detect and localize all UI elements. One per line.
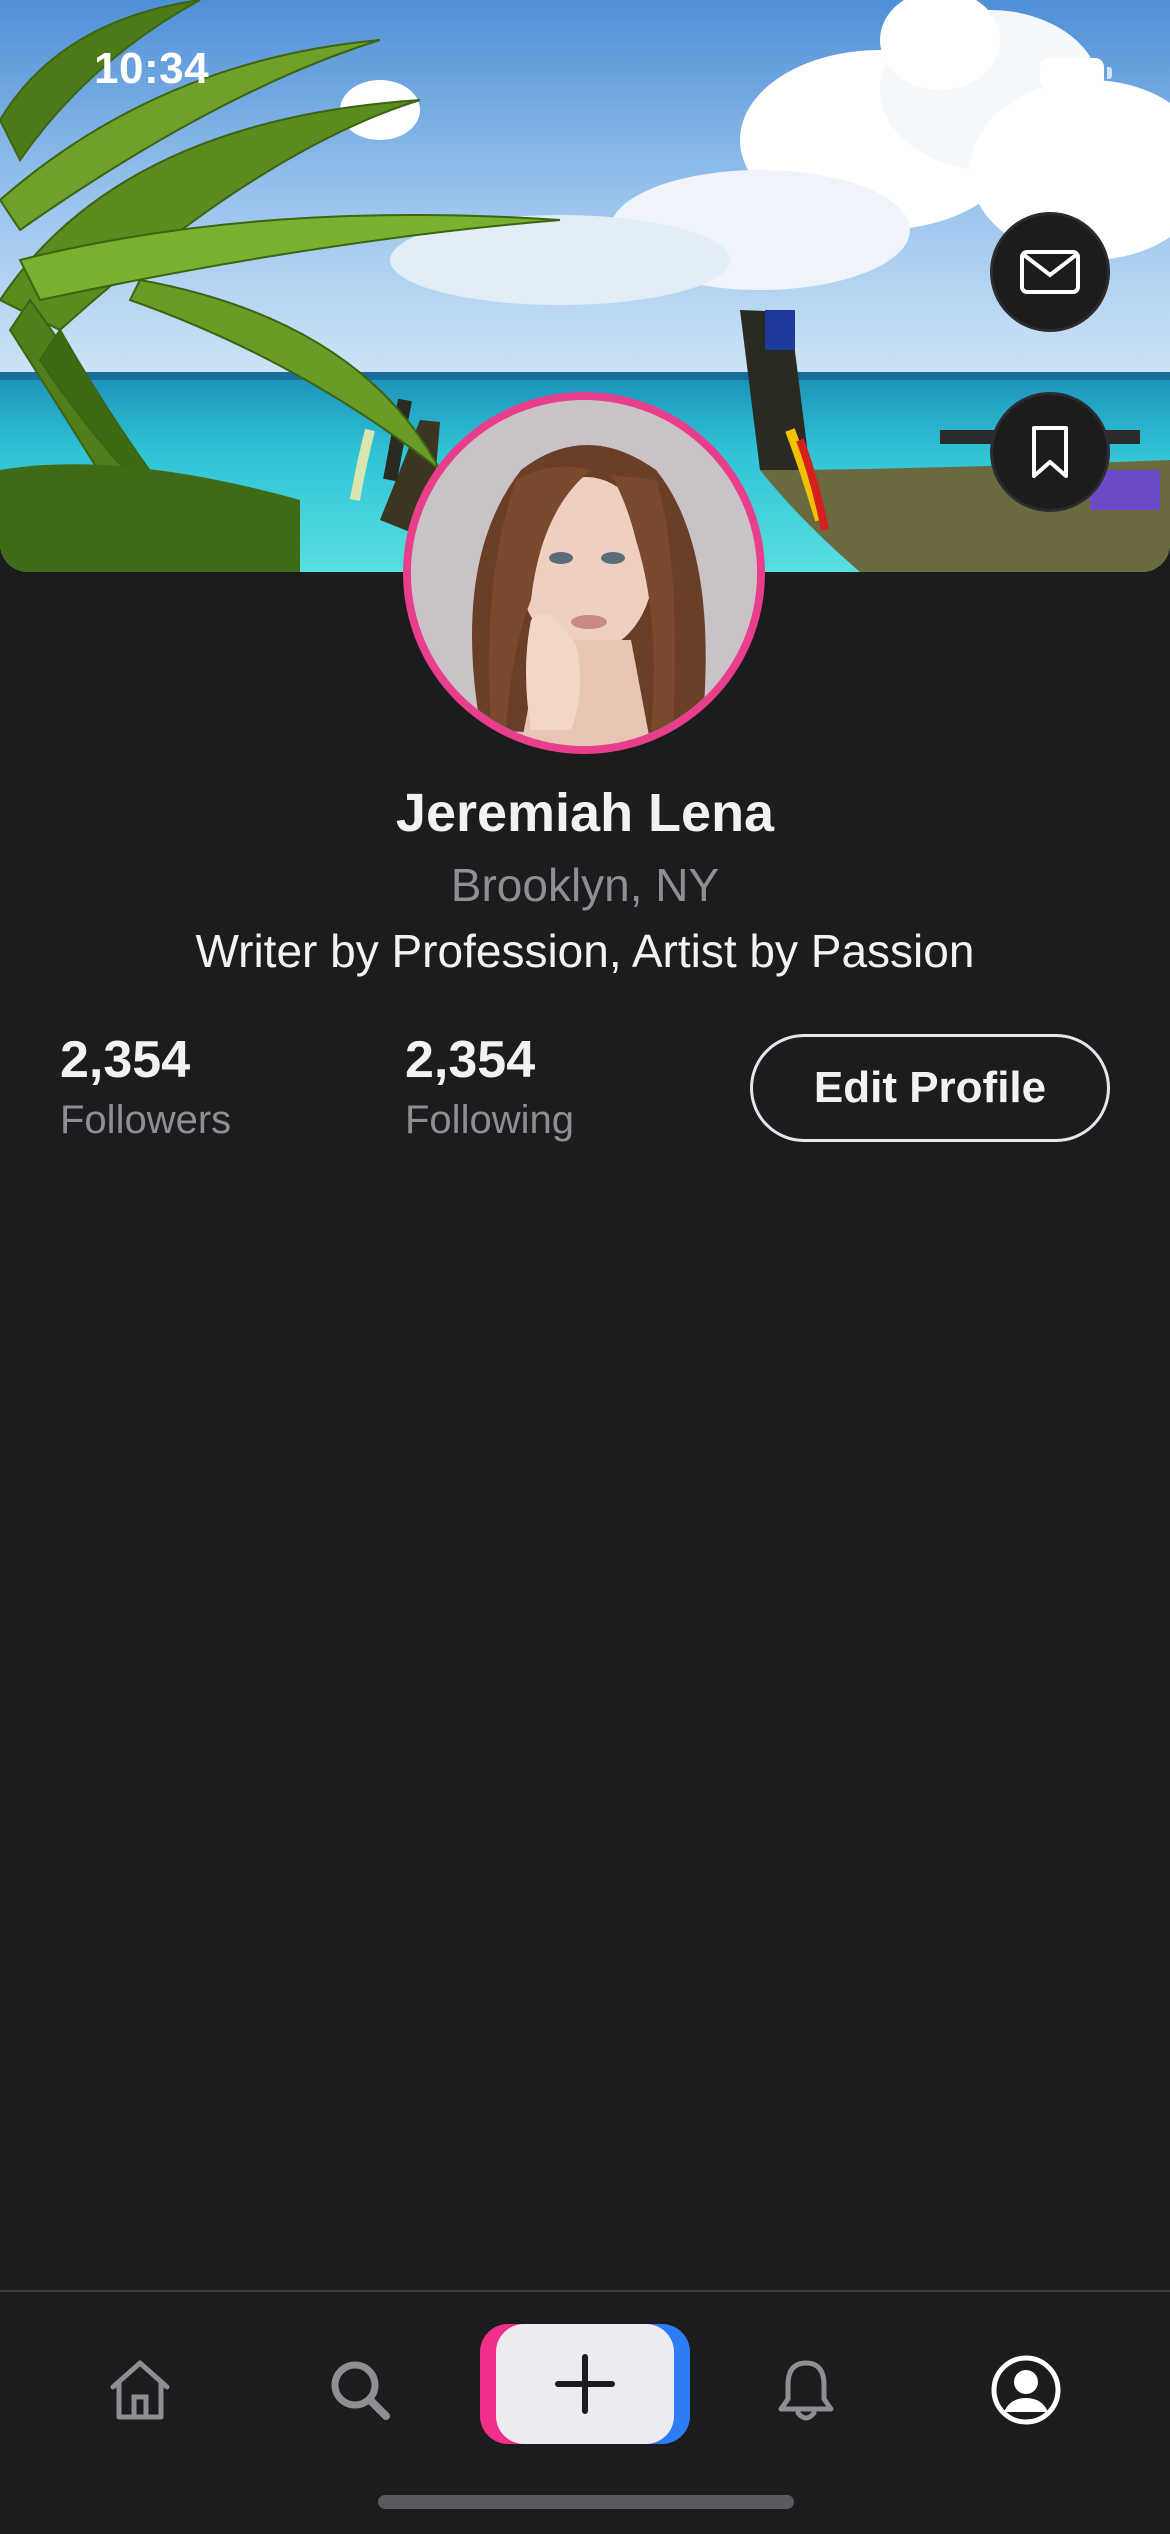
add-post-button[interactable] — [480, 2324, 690, 2444]
tab-home[interactable] — [100, 2350, 180, 2430]
avatar-photo — [411, 400, 757, 746]
tab-bar — [0, 2290, 1170, 2534]
bookmark-button[interactable] — [990, 392, 1110, 512]
followers-stat[interactable]: 2,354 Followers — [60, 1030, 231, 1143]
bell-icon — [778, 2360, 834, 2421]
avatar[interactable] — [403, 392, 765, 754]
tab-search[interactable] — [320, 2350, 400, 2430]
battery-icon — [1040, 58, 1112, 88]
search-icon — [331, 2361, 390, 2420]
followers-count: 2,354 — [60, 1031, 191, 1089]
followers-label: Followers — [60, 1098, 232, 1142]
bookmark-icon — [1032, 426, 1068, 478]
message-button[interactable] — [990, 212, 1110, 332]
mail-icon — [1020, 250, 1080, 294]
following-label: Following — [405, 1098, 574, 1142]
following-count: 2,354 — [405, 1031, 536, 1089]
edit-profile-button[interactable]: Edit Profile — [750, 1034, 1110, 1142]
following-stat[interactable]: 2,354 Following — [405, 1030, 574, 1143]
profile-location: Brooklyn, NY — [450, 859, 720, 911]
home-indicator — [378, 2495, 794, 2509]
status-time: 10:34 — [94, 44, 210, 93]
tab-notifications[interactable] — [766, 2350, 846, 2430]
profile-icon — [991, 2355, 1061, 2425]
profile-bio: Writer by Profession, Artist by Passion — [195, 925, 975, 977]
profile-name: Jeremiah Lena — [395, 783, 775, 843]
add-icon — [555, 2354, 615, 2414]
tab-profile[interactable] — [986, 2350, 1066, 2430]
home-icon — [110, 2360, 170, 2420]
